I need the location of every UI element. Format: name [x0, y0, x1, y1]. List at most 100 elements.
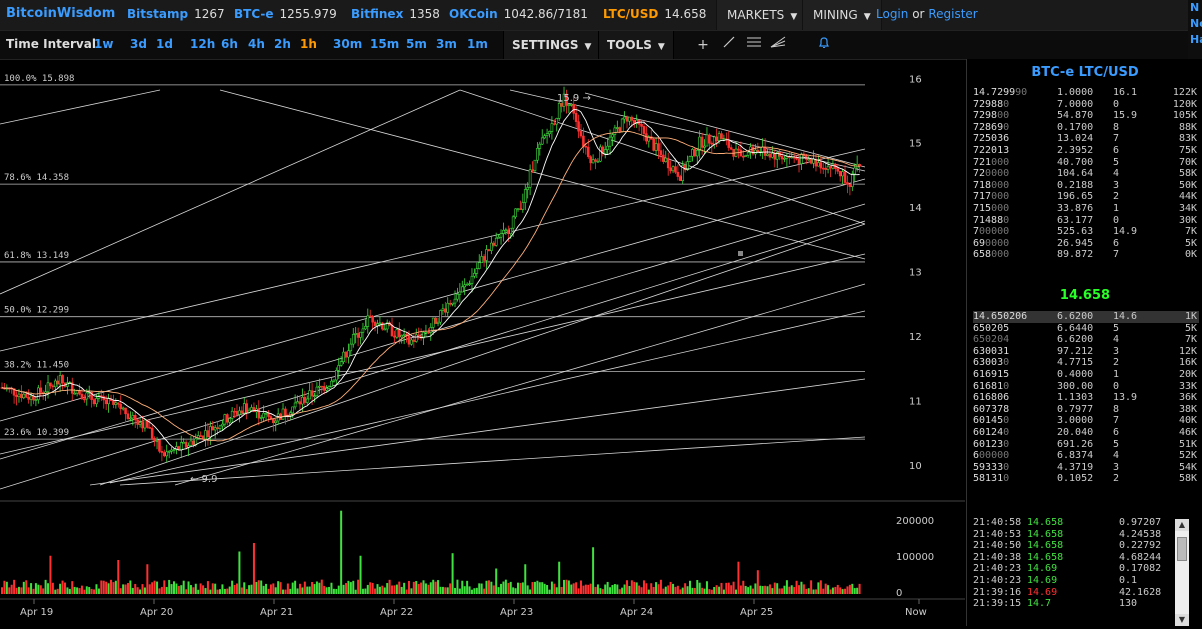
volume-bar[interactable]: [504, 579, 507, 594]
volume-bar[interactable]: [848, 584, 851, 594]
volume-bar[interactable]: [238, 551, 241, 595]
volume-bar[interactable]: [298, 583, 301, 594]
volume-bar[interactable]: [572, 583, 575, 594]
candle-body[interactable]: [838, 170, 842, 177]
candle-body[interactable]: [502, 229, 505, 234]
ask-order-row[interactable]: 729800 54.870 15.9 105K: [973, 110, 1199, 122]
volume-bar[interactable]: [371, 582, 374, 594]
candle-body[interactable]: [267, 412, 270, 417]
candle-body[interactable]: [364, 326, 367, 330]
brand-logo[interactable]: BitcoinWisdom: [6, 6, 115, 21]
volume-bar[interactable]: [223, 588, 226, 594]
volume-bar[interactable]: [444, 587, 447, 594]
volume-bar[interactable]: [778, 588, 781, 594]
volume-bar[interactable]: [156, 581, 159, 594]
candle-body[interactable]: [136, 419, 139, 425]
candle-body[interactable]: [848, 184, 852, 187]
candle-body[interactable]: [284, 408, 287, 416]
volume-bar[interactable]: [13, 579, 16, 594]
candle-body[interactable]: [477, 262, 481, 269]
volume-bar[interactable]: [301, 587, 304, 594]
candle-body[interactable]: [456, 294, 459, 300]
candle-body[interactable]: [475, 268, 479, 274]
candle-body[interactable]: [34, 399, 38, 402]
candle-body[interactable]: [744, 155, 748, 157]
volume-bar[interactable]: [434, 581, 437, 594]
candle-body[interactable]: [172, 449, 176, 451]
candle-body[interactable]: [722, 138, 726, 140]
candle-body[interactable]: [155, 439, 159, 442]
volume-bar[interactable]: [618, 589, 621, 594]
interval-3m[interactable]: 3m: [436, 37, 457, 51]
volume-bar[interactable]: [182, 580, 185, 594]
volume-bar[interactable]: [189, 585, 192, 594]
candle-body[interactable]: [296, 401, 299, 404]
volume-bar[interactable]: [798, 585, 801, 594]
volume-bar[interactable]: [44, 579, 47, 594]
candle-body[interactable]: [393, 335, 396, 338]
volume-bar[interactable]: [95, 584, 98, 594]
candle-body[interactable]: [453, 298, 457, 304]
candle-body[interactable]: [703, 145, 706, 148]
candle-body[interactable]: [582, 135, 585, 147]
volume-bar[interactable]: [117, 560, 120, 594]
volume-bar[interactable]: [410, 588, 413, 594]
candle-body[interactable]: [497, 236, 500, 239]
candle-body[interactable]: [494, 237, 498, 246]
volume-bar[interactable]: [652, 586, 655, 594]
candle-body[interactable]: [361, 328, 365, 333]
candle-body[interactable]: [567, 104, 571, 106]
candle-body[interactable]: [800, 153, 803, 164]
interval-2h[interactable]: 2h: [274, 37, 291, 51]
ticker-ltcusd[interactable]: LTC/USD 14.658: [603, 7, 706, 21]
candle-body[interactable]: [516, 208, 520, 210]
volume-bar[interactable]: [352, 580, 355, 594]
candle-body[interactable]: [126, 413, 130, 419]
volume-bar[interactable]: [546, 585, 549, 594]
candle-body[interactable]: [46, 382, 50, 393]
volume-bar[interactable]: [541, 582, 544, 594]
candle-body[interactable]: [332, 379, 336, 382]
candle-body[interactable]: [780, 156, 784, 160]
candle-body[interactable]: [589, 156, 592, 164]
candle-body[interactable]: [623, 116, 626, 120]
candle-body[interactable]: [606, 145, 609, 150]
candle-body[interactable]: [313, 395, 316, 398]
volume-bar[interactable]: [143, 587, 146, 594]
volume-bar[interactable]: [274, 587, 277, 594]
bid-order-row[interactable]: 630031 97.212 3 12K: [973, 346, 1199, 358]
volume-bar[interactable]: [257, 580, 260, 594]
volume-bar[interactable]: [412, 581, 415, 594]
volume-bar[interactable]: [785, 580, 788, 594]
trades-scrollbar[interactable]: ▲ ▼: [1175, 519, 1189, 626]
volume-bar[interactable]: [141, 584, 144, 594]
volume-bar[interactable]: [202, 585, 205, 594]
volume-bar[interactable]: [611, 584, 614, 594]
volume-bar[interactable]: [366, 584, 369, 594]
candle-body[interactable]: [73, 392, 76, 395]
volume-bar[interactable]: [812, 589, 815, 595]
candle-body[interactable]: [233, 410, 236, 413]
candle-body[interactable]: [480, 256, 483, 263]
volume-bar[interactable]: [517, 582, 519, 594]
candle-body[interactable]: [356, 333, 360, 338]
volume-bar[interactable]: [727, 582, 730, 594]
bid-order-row[interactable]: 630030 4.7715 2 16K: [973, 357, 1199, 369]
candle-body[interactable]: [354, 333, 357, 335]
candle-body[interactable]: [184, 441, 188, 448]
candle-body[interactable]: [230, 410, 234, 419]
candle-body[interactable]: [141, 422, 144, 429]
volume-bar[interactable]: [345, 583, 347, 594]
candle-body[interactable]: [514, 208, 517, 218]
volume-bar[interactable]: [282, 589, 285, 594]
volume-bar[interactable]: [279, 582, 282, 594]
volume-bar[interactable]: [432, 579, 435, 594]
volume-bar[interactable]: [260, 580, 263, 594]
volume-bar[interactable]: [250, 584, 253, 594]
ask-order-row[interactable]: 658000 89.872 7 0K: [973, 249, 1199, 261]
candle-body[interactable]: [17, 393, 21, 398]
crosshair-icon[interactable]: +: [693, 35, 713, 55]
volume-bar[interactable]: [209, 589, 212, 594]
candle-body[interactable]: [131, 415, 135, 419]
candle-body[interactable]: [536, 148, 539, 161]
